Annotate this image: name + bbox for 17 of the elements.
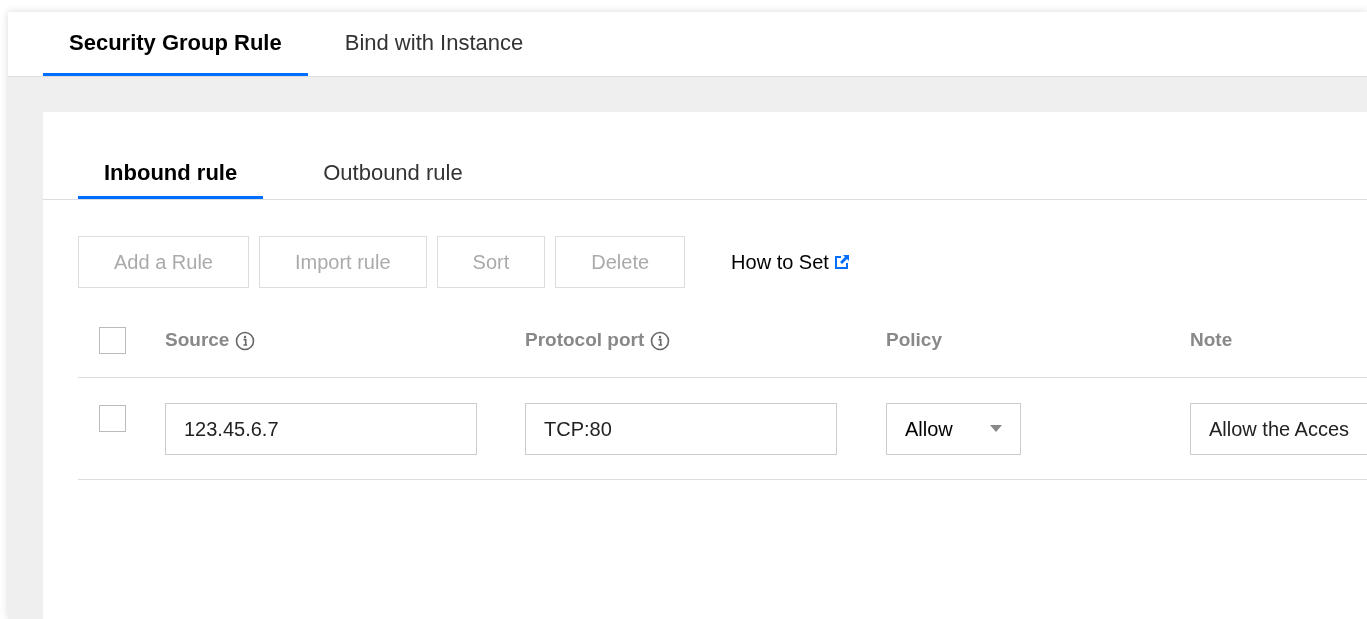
policy-dropdown[interactable]: Allow: [886, 402, 1021, 455]
checkbox[interactable]: [99, 327, 126, 354]
protocol-port-field[interactable]: TCP:80: [525, 402, 837, 455]
column-header: Source: [165, 328, 230, 353]
source-field[interactable]: 123.45.6.7: [165, 402, 477, 455]
caret-icon: [990, 424, 1002, 433]
checkbox[interactable]: [99, 405, 126, 432]
column-header: Note: [1190, 328, 1233, 353]
tab[interactable]: Bind with Instance: [309, 11, 559, 76]
note-field[interactable]: Allow the Acces: [1190, 402, 1367, 455]
tab[interactable]: Inbound rule: [78, 149, 264, 199]
external-link-icon: [832, 253, 851, 271]
column-header: Policy: [886, 328, 942, 353]
tab[interactable]: Security Group Rule: [43, 11, 308, 76]
help-link[interactable]: How to Set: [731, 247, 829, 277]
column-header: Protocol port: [525, 328, 645, 353]
tab[interactable]: Outbound rule: [263, 149, 523, 199]
